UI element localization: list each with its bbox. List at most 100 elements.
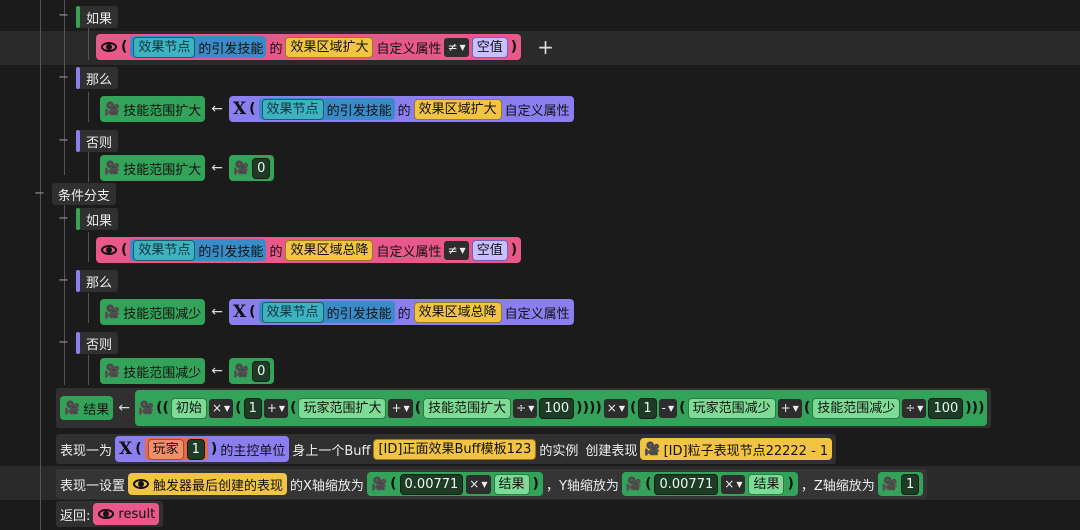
- skill-reduce-var: 技能范围减少: [123, 306, 202, 322]
- camera-icon: 🎥: [104, 363, 121, 379]
- collapse-icon[interactable]: −: [58, 133, 69, 148]
- of-text: 的: [397, 103, 411, 119]
- scale-value[interactable]: 0.00771: [654, 473, 719, 495]
- value-block[interactable]: 🎥 0: [228, 358, 275, 384]
- area-expand-chip[interactable]: 效果区域扩大: [285, 36, 374, 58]
- player-reduce-chip[interactable]: 玩家范围减少: [687, 397, 776, 419]
- mul-select[interactable]: × ▼: [603, 398, 628, 418]
- skill-ref-block[interactable]: 效果节点 的引发技能: [258, 98, 395, 120]
- then-header[interactable]: 那么: [76, 270, 119, 292]
- minus-select[interactable]: - ▼: [658, 398, 678, 418]
- trigger-block[interactable]: 触发器最后创建的表现: [128, 473, 288, 495]
- skill-ref-block[interactable]: 效果节点 的引发技能: [130, 36, 267, 58]
- skill-expand-chip[interactable]: 技能范围扩大: [423, 397, 512, 419]
- one-value[interactable]: 1: [638, 397, 657, 419]
- neq-select[interactable]: ≠ ▼: [444, 240, 469, 260]
- collapse-icon[interactable]: −: [58, 70, 69, 85]
- y-scale-text: ，Y轴缩放为: [545, 478, 619, 494]
- set-statement[interactable]: 表现一设置 触发器最后创建的表现 的X轴缩放为 🎥 ( 0.00771 × ▼ 结…: [56, 469, 928, 499]
- one-value[interactable]: 1: [243, 397, 262, 419]
- null-chip[interactable]: 空值: [471, 36, 508, 58]
- hundred-value[interactable]: 100: [928, 397, 964, 419]
- area-reduce-chip[interactable]: 效果区域总降: [413, 301, 502, 323]
- trigger-skill-text: 的引发技能: [198, 41, 264, 57]
- tree-line: [88, 92, 89, 122]
- initial-chip[interactable]: 初始: [170, 397, 207, 419]
- add-condition-button[interactable]: +: [537, 35, 554, 59]
- variable-block[interactable]: 🎥 技能范围减少: [100, 299, 206, 325]
- result-statement[interactable]: 🎥 结果 ← 🎥 (( 初始 × ▼ ( 1 + ▼ ( 玩家范围扩大 + ▼ ( 技…: [56, 388, 992, 428]
- camera-icon: 🎥: [104, 160, 121, 176]
- z-scale-block[interactable]: 🎥 1: [877, 472, 924, 496]
- collapse-icon[interactable]: −: [58, 335, 69, 350]
- buff-instance-block[interactable]: X ( 玩家 1 ) 的主控单位: [115, 436, 290, 462]
- div-select[interactable]: ÷ ▼: [513, 398, 538, 418]
- then-header[interactable]: 那么: [76, 67, 119, 89]
- present-statement[interactable]: 表现一为 X ( 玩家 1 ) 的主控单位 身上一个Buff [ID]正面效果B…: [56, 434, 837, 464]
- effect-node-chip[interactable]: 效果节点: [261, 98, 324, 120]
- variable-block[interactable]: 🎥 技能范围减少: [100, 358, 206, 384]
- null-chip[interactable]: 空值: [471, 239, 508, 261]
- mul-select[interactable]: × ▼: [466, 474, 491, 494]
- variable-block[interactable]: 🎥 技能范围扩大: [100, 155, 206, 181]
- of-text: 的: [269, 244, 283, 260]
- skill-reduce-chip[interactable]: 技能范围减少: [812, 397, 901, 419]
- result-chip[interactable]: 结果: [493, 473, 530, 495]
- z-value[interactable]: 1: [900, 473, 920, 495]
- return-value-block[interactable]: result: [93, 503, 160, 525]
- condition-block[interactable]: ( 效果节点 的引发技能 的 效果区域扩大 自定义属性 ≠ ▼ 空值 ): [96, 34, 522, 60]
- result-chip[interactable]: 结果: [748, 473, 785, 495]
- mul-select[interactable]: × ▼: [208, 398, 234, 418]
- custom-attr-block[interactable]: X ( 效果节点 的引发技能 的 效果区域总降 自定义属性: [228, 299, 574, 325]
- collapse-icon[interactable]: −: [58, 8, 69, 23]
- set-lead: 表现一设置: [60, 478, 126, 494]
- if-header[interactable]: 如果: [76, 6, 119, 28]
- hundred-value[interactable]: 100: [539, 397, 575, 419]
- result-var-block[interactable]: 🎥 结果: [60, 396, 114, 420]
- y-scale-block[interactable]: 🎥 ( 0.00771 × ▼ 结果 ): [621, 472, 798, 496]
- value-block[interactable]: 🎥 0: [228, 155, 275, 181]
- condition-block[interactable]: ( 效果节点 的引发技能 的 效果区域总降 自定义属性 ≠ ▼ 空值 ): [96, 237, 522, 263]
- x-scale-block[interactable]: 🎥 ( 0.00771 × ▼ 结果 ): [366, 472, 543, 496]
- camera-icon: 🎥: [137, 400, 155, 416]
- player-index[interactable]: 1: [186, 438, 205, 460]
- assign-arrow: ←: [211, 101, 223, 117]
- scale-value[interactable]: 0.00771: [399, 473, 464, 495]
- x-function-icon: X: [232, 99, 247, 119]
- plus-select[interactable]: + ▼: [777, 398, 802, 418]
- area-reduce-chip[interactable]: 效果区域总降: [285, 239, 374, 261]
- player-chip[interactable]: 玩家: [147, 438, 184, 460]
- div-select[interactable]: ÷ ▼: [902, 398, 927, 418]
- mul-select[interactable]: × ▼: [721, 474, 746, 494]
- camera-icon: 🎥: [104, 304, 121, 320]
- skill-ref-block[interactable]: 效果节点 的引发技能: [258, 301, 395, 323]
- else-header[interactable]: 否则: [76, 130, 119, 152]
- plus-select[interactable]: + ▼: [263, 398, 289, 418]
- buff-template-chip[interactable]: [ID]正面效果Buff模板123: [373, 438, 537, 460]
- branch-header[interactable]: 条件分支: [52, 183, 117, 205]
- player-block[interactable]: 玩家 1: [144, 438, 208, 460]
- return-statement[interactable]: 返回: result: [56, 501, 164, 527]
- particle-block[interactable]: 🎥 [ID]粒子表现节点22222 - 1: [640, 438, 833, 460]
- effect-node-chip[interactable]: 效果节点: [133, 239, 196, 261]
- trigger-skill-text: 的引发技能: [198, 244, 264, 260]
- area-expand-chip[interactable]: 效果区域扩大: [413, 98, 502, 120]
- collapse-icon[interactable]: −: [58, 211, 69, 226]
- effect-node-chip[interactable]: 效果节点: [133, 36, 196, 58]
- assign-arrow: ←: [211, 304, 223, 320]
- neq-select[interactable]: ≠ ▼: [444, 37, 469, 57]
- variable-block[interactable]: 🎥 技能范围扩大: [100, 96, 206, 122]
- expression-block[interactable]: 🎥 (( 初始 × ▼ ( 1 + ▼ ( 玩家范围扩大 + ▼ ( 技能范围扩大 ÷…: [134, 390, 988, 426]
- tree-line: [88, 232, 89, 262]
- zero-value[interactable]: 0: [252, 360, 271, 382]
- effect-node-chip[interactable]: 效果节点: [261, 301, 324, 323]
- custom-attr-block[interactable]: X ( 效果节点 的引发技能 的 效果区域扩大 自定义属性: [228, 96, 574, 122]
- skill-ref-block[interactable]: 效果节点 的引发技能: [130, 239, 267, 261]
- if-header[interactable]: 如果: [76, 208, 119, 230]
- zero-value[interactable]: 0: [252, 157, 271, 179]
- player-expand-chip[interactable]: 玩家范围扩大: [298, 397, 387, 419]
- collapse-icon[interactable]: −: [58, 273, 69, 288]
- plus-select[interactable]: + ▼: [388, 398, 413, 418]
- else-header[interactable]: 否则: [76, 332, 119, 354]
- collapse-icon[interactable]: −: [34, 186, 45, 201]
